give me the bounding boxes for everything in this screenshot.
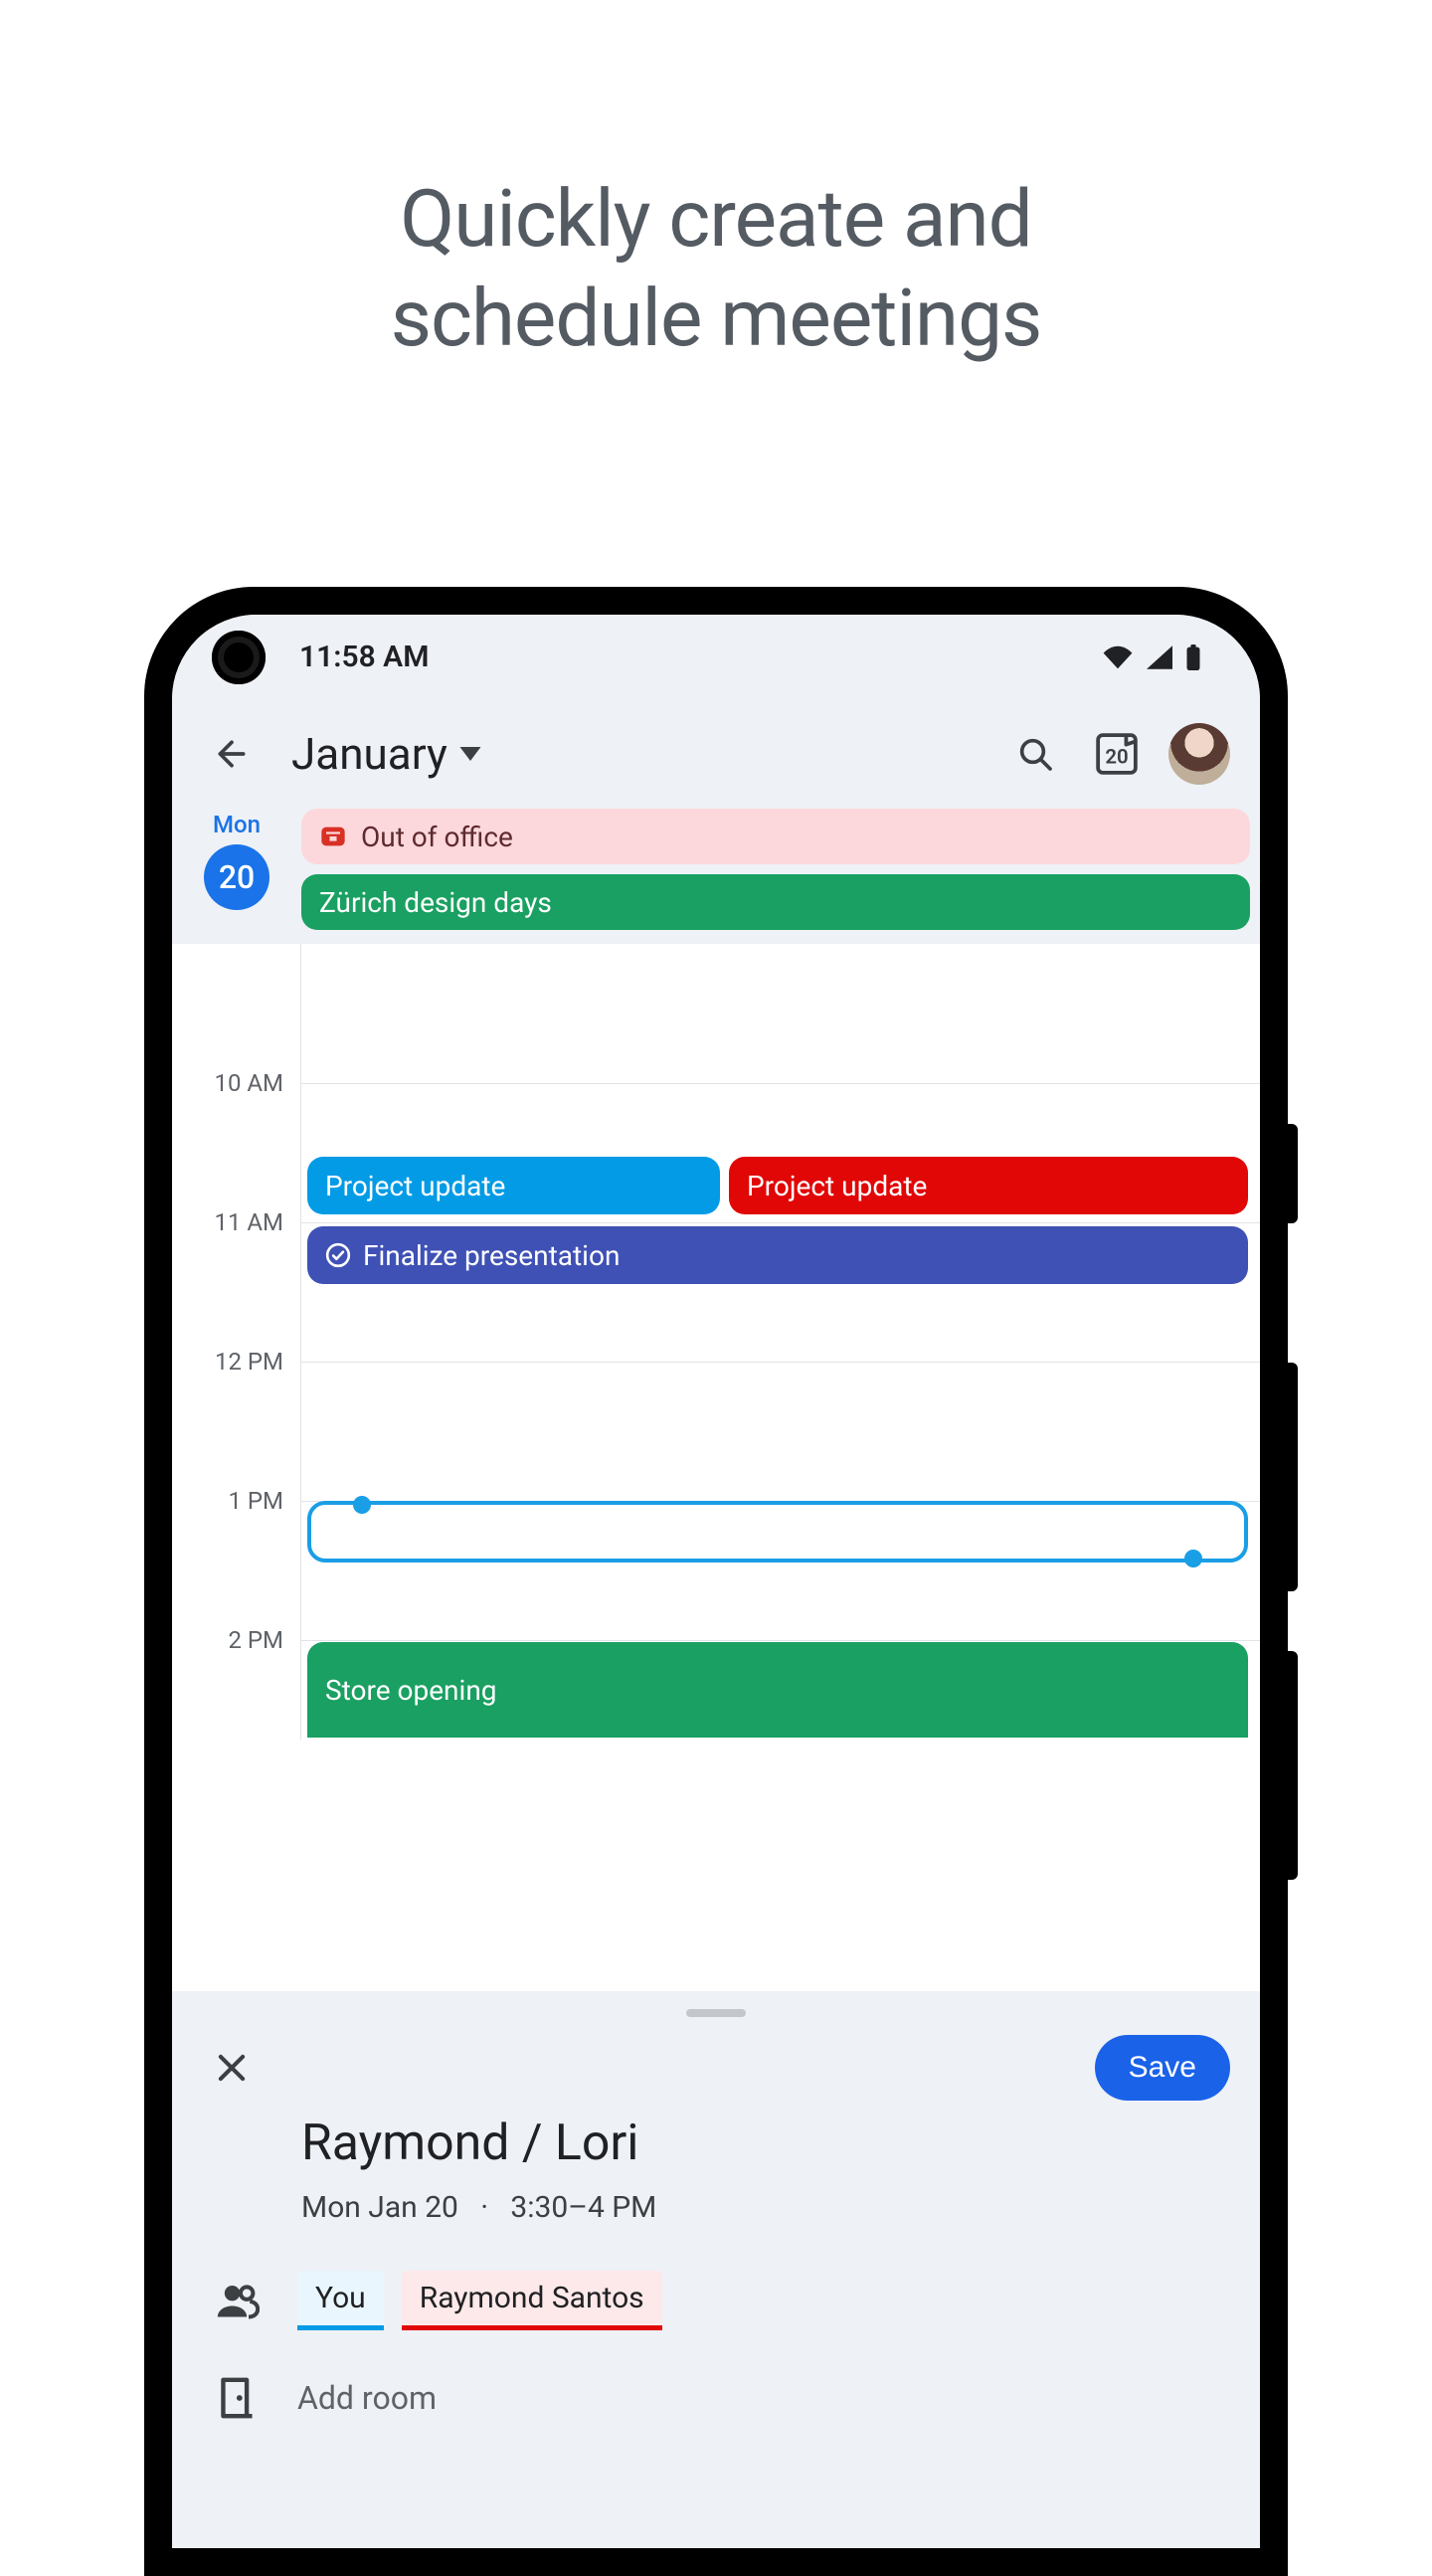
time-gutter	[172, 944, 301, 1740]
guests-row: You Raymond Santos	[202, 2271, 1230, 2330]
allday-event-zurich[interactable]: Zürich design days	[301, 874, 1250, 930]
briefcase-icon	[319, 823, 347, 850]
battery-icon	[1186, 644, 1200, 670]
month-dropdown[interactable]: January	[291, 728, 481, 780]
today-button[interactable]: 20	[1095, 732, 1139, 776]
allday-event-out-of-office[interactable]: Out of office	[301, 809, 1250, 864]
event-label: Zürich design days	[319, 886, 552, 919]
phone-screen: 11:58 AM January	[172, 615, 1260, 2548]
check-circle-icon	[325, 1242, 351, 1268]
hour-line	[301, 1362, 1260, 1363]
wifi-icon	[1103, 645, 1133, 669]
room-icon	[210, 2376, 266, 2420]
status-bar: 11:58 AM	[172, 615, 1260, 699]
hour-label: 1 PM	[172, 1487, 301, 1515]
hour-label: 12 PM	[172, 1348, 301, 1376]
selection-handle-start[interactable]	[353, 1496, 371, 1514]
guest-chip-raymond[interactable]: Raymond Santos	[402, 2271, 662, 2330]
save-label: Save	[1129, 2051, 1196, 2084]
hour-label: 2 PM	[172, 1626, 301, 1654]
timeline[interactable]: 10 AM 11 AM 12 PM 1 PM 2 PM Project upda…	[172, 944, 1260, 1740]
status-time: 11:58 AM	[299, 640, 429, 674]
people-icon	[210, 2281, 266, 2320]
event-project-update-2[interactable]: Project update	[729, 1157, 1248, 1214]
phone-volume-up	[1288, 1363, 1298, 1591]
event-label: Project update	[325, 1170, 505, 1202]
quick-create-sheet: Save Raymond / Lori Mon Jan 20 · 3:30–4 …	[172, 1991, 1260, 2548]
day-number: 20	[204, 844, 269, 910]
room-row[interactable]: Add room	[202, 2376, 1230, 2420]
event-title[interactable]: Raymond / Lori	[301, 2115, 1230, 2172]
event-datetime[interactable]: Mon Jan 20 · 3:30–4 PM	[301, 2190, 1230, 2225]
phone-volume-down	[1288, 1651, 1298, 1880]
close-icon	[213, 2049, 251, 2087]
search-icon	[1015, 734, 1055, 774]
chevron-down-icon	[459, 747, 481, 761]
selection-handle-end[interactable]	[1184, 1550, 1202, 1567]
day-of-week: Mon	[213, 811, 261, 838]
hour-line	[301, 1222, 1260, 1223]
calendar-today-icon: 20	[1095, 732, 1139, 776]
close-button[interactable]	[202, 2038, 262, 2098]
back-button[interactable]	[202, 724, 262, 784]
cell-signal-icon	[1147, 645, 1172, 669]
search-button[interactable]	[1005, 724, 1065, 784]
event-label: Out of office	[361, 821, 513, 853]
new-event-selection[interactable]	[307, 1501, 1248, 1563]
account-avatar[interactable]	[1168, 723, 1230, 785]
month-label: January	[291, 728, 448, 780]
sheet-drag-handle[interactable]	[686, 2009, 746, 2017]
event-label: Finalize presentation	[363, 1239, 620, 1272]
status-icons	[1103, 644, 1200, 670]
add-room-label: Add room	[297, 2379, 437, 2417]
day-header: Mon 20 Out of office Zürich design days	[172, 809, 1260, 944]
svg-text:20: 20	[1105, 744, 1128, 768]
arrow-left-icon	[212, 734, 252, 774]
app-bar: January 20	[172, 699, 1260, 809]
event-finalize-presentation[interactable]: Finalize presentation	[307, 1226, 1248, 1284]
headline-line-1: Quickly create and	[0, 169, 1432, 269]
guest-chip-you[interactable]: You	[297, 2271, 384, 2330]
promo-headline: Quickly create and schedule meetings	[0, 169, 1432, 368]
event-label: Store opening	[325, 1674, 497, 1707]
front-camera	[212, 631, 266, 684]
hour-label: 10 AM	[172, 1069, 301, 1097]
headline-line-2: schedule meetings	[0, 269, 1432, 368]
event-label: Project update	[747, 1170, 927, 1202]
allday-events: Out of office Zürich design days	[301, 809, 1250, 930]
phone-frame: 11:58 AM January	[144, 587, 1288, 2576]
hour-label: 11 AM	[172, 1208, 301, 1236]
hour-line	[301, 1640, 1260, 1641]
phone-side-button	[1288, 1124, 1298, 1223]
save-button[interactable]: Save	[1095, 2035, 1230, 2101]
hour-line	[301, 1083, 1260, 1084]
day-column[interactable]: Mon 20	[172, 809, 301, 930]
event-store-opening[interactable]: Store opening	[307, 1642, 1248, 1738]
event-project-update-1[interactable]: Project update	[307, 1157, 720, 1214]
